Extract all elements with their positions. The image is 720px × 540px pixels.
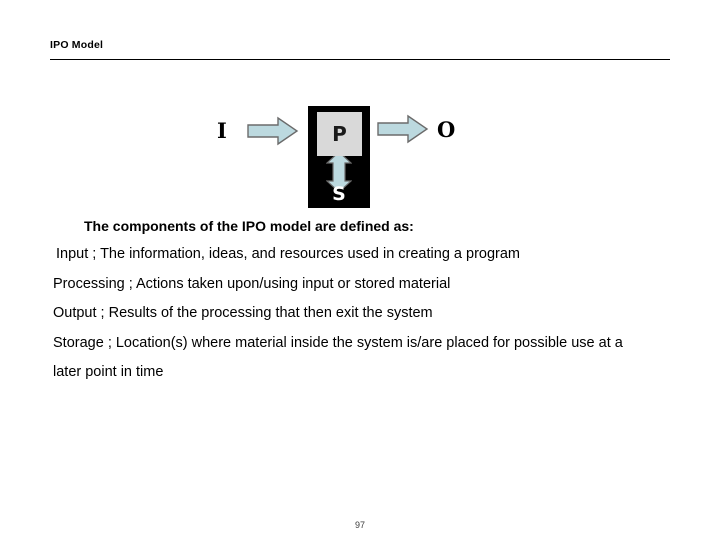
processing-box: P [317, 112, 362, 156]
input-to-process-arrow-icon [247, 116, 299, 146]
bullet-storage: Storage ; Location(s) where material ins… [53, 334, 623, 381]
slide-header: IPO Model [50, 38, 670, 62]
process-to-output-arrow-icon [377, 114, 429, 144]
bullet-output: Output ; Results of the processing that … [53, 305, 433, 321]
intro-emphasis: IPO [241, 218, 267, 234]
intro-prefix: The components of the [84, 218, 242, 234]
system-box: P S [308, 106, 370, 208]
ipo-model-diagram: I P S O [205, 100, 485, 215]
bullet-processing: Processing ; Actions taken upon/using in… [53, 275, 451, 292]
output-letter-label: O [437, 117, 456, 142]
storage-letter-label: S [332, 183, 346, 205]
intro-line: The components of the IPO model are defi… [53, 213, 668, 240]
intro-suffix: model are defined as: [266, 218, 414, 234]
page-number: 97 [354, 520, 365, 530]
body-text-block: The components of the IPO model are defi… [53, 213, 668, 388]
input-letter-label: I [217, 118, 227, 143]
bullet-input: Input ; The information, ideas, and reso… [56, 246, 520, 262]
header-divider [50, 59, 670, 60]
page-title: IPO Model [50, 39, 104, 51]
processing-letter-label: P [332, 122, 347, 146]
